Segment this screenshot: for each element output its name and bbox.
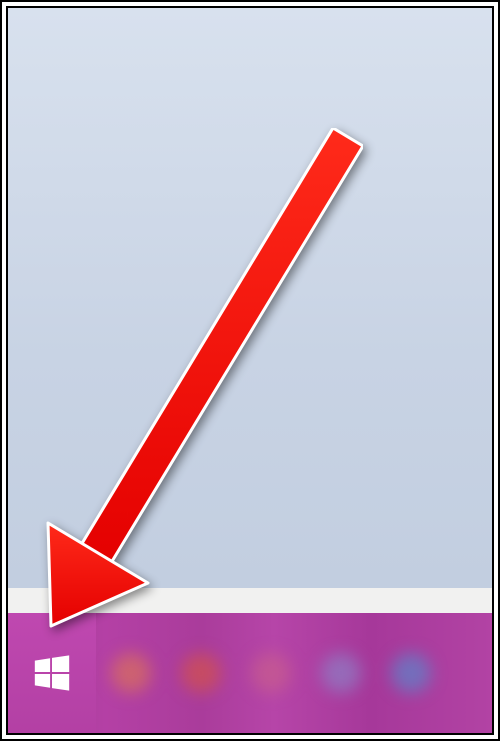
taskbar-app-icon [321, 653, 361, 693]
screenshot-frame [0, 0, 500, 741]
taskbar-app-icon [251, 653, 291, 693]
taskbar-app-icon [391, 653, 431, 693]
taskbar-app-icon [181, 653, 221, 693]
windows-logo-icon [31, 652, 73, 694]
desktop-background [8, 8, 492, 588]
taskbar-apps-blurred [96, 613, 492, 733]
taskbar[interactable] [8, 613, 492, 733]
taskbar-app-icon [111, 653, 151, 693]
start-button[interactable] [8, 613, 96, 733]
screenshot-inner [6, 6, 494, 735]
